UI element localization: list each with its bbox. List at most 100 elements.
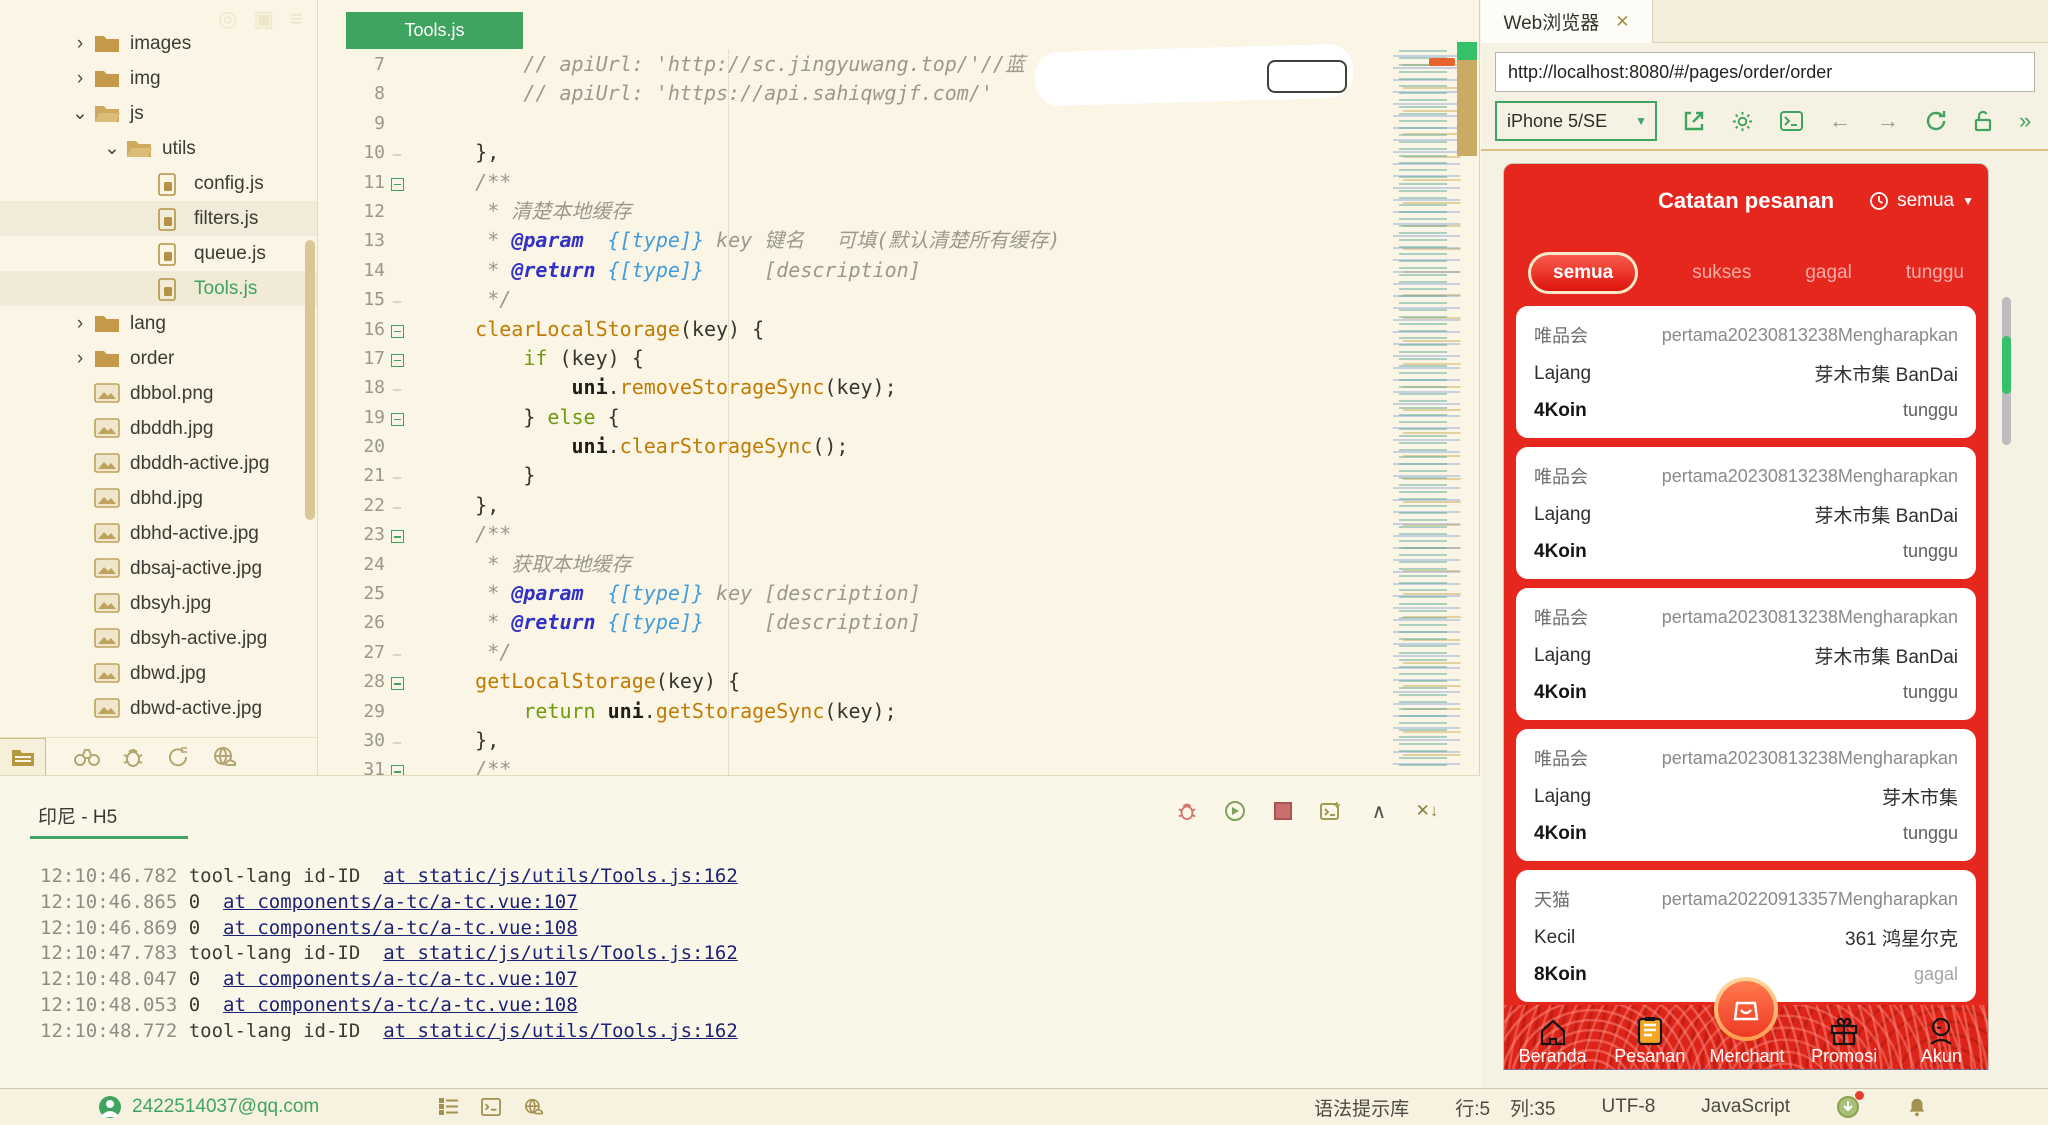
cursor-line-item[interactable]: 行:5 xyxy=(1455,1094,1490,1121)
editor-tab-tools-js[interactable]: Tools.js xyxy=(346,12,523,49)
browser-tab[interactable]: Web浏览器 ✕ xyxy=(1481,0,1653,43)
tree-item-dbhd-active-jpg[interactable]: dbhd-active.jpg xyxy=(0,516,317,551)
cursor-col-item[interactable]: 列:35 xyxy=(1510,1094,1555,1121)
web-service-icon[interactable] xyxy=(523,1098,545,1116)
update-download-icon[interactable] xyxy=(1836,1095,1860,1119)
console-tab-label[interactable]: 印尼 - H5 xyxy=(38,802,117,829)
minimap-viewport[interactable] xyxy=(1457,60,1477,156)
new-terminal-icon[interactable] xyxy=(1320,800,1342,822)
sync-icon[interactable] xyxy=(156,746,202,768)
fold-toggle-icon[interactable] xyxy=(385,667,409,696)
forward-arrow-icon[interactable]: → xyxy=(1877,108,1899,134)
files-folder-icon[interactable] xyxy=(0,738,46,775)
fold-toggle-icon[interactable] xyxy=(385,344,409,373)
restart-icon[interactable] xyxy=(1224,800,1246,822)
nav-item-beranda[interactable]: Beranda xyxy=(1505,1012,1601,1067)
nav-item-pesanan[interactable]: Pesanan xyxy=(1602,1012,1698,1067)
log-source-link[interactable]: at static/js/utils/Tools.js:162 xyxy=(383,865,738,887)
order-tab-gagal[interactable]: gagal xyxy=(1805,262,1852,284)
nav-item-merchant[interactable]: Merchant xyxy=(1699,1012,1795,1067)
sidebar-scrollbar[interactable] xyxy=(305,240,315,520)
chevron-collapsed-icon[interactable]: › xyxy=(70,313,90,335)
log-source-link[interactable]: at static/js/utils/Tools.js:162 xyxy=(383,1020,738,1042)
encoding-item[interactable]: UTF-8 xyxy=(1601,1096,1655,1118)
fold-toggle-icon[interactable] xyxy=(385,403,409,432)
tree-item-order[interactable]: ›order xyxy=(0,341,317,376)
folder-icon xyxy=(126,138,152,160)
code-area[interactable]: 7 // apiUrl: 'http://sc.jingyuwang.top/'… xyxy=(319,50,1379,775)
refresh-icon[interactable] xyxy=(1925,110,1947,132)
minimap[interactable] xyxy=(1393,50,1471,768)
tree-item-img[interactable]: ›img xyxy=(0,61,317,96)
bug-icon[interactable] xyxy=(110,746,156,768)
close-icon[interactable]: ✕ xyxy=(1615,12,1629,32)
web-icon[interactable] xyxy=(202,746,248,768)
order-tab-tunggu[interactable]: tunggu xyxy=(1906,262,1964,284)
tree-item-lang[interactable]: ›lang xyxy=(0,306,317,341)
tree-item-js[interactable]: ⌄js xyxy=(0,96,317,131)
tree-item-dbwd-jpg[interactable]: dbwd.jpg xyxy=(0,656,317,691)
browser-scrollbar-thumb[interactable] xyxy=(2002,336,2011,394)
clear-scroll-icon[interactable]: ✕↓ xyxy=(1416,800,1438,822)
fold-toggle-icon[interactable] xyxy=(385,315,409,344)
tree-item-queue-js[interactable]: Jqueue.js xyxy=(0,236,317,271)
url-input[interactable]: http://localhost:8080/#/pages/order/orde… xyxy=(1495,52,2035,92)
chevron-collapsed-icon[interactable]: › xyxy=(70,68,90,90)
order-tab-semua[interactable]: semua xyxy=(1528,252,1638,294)
tree-item-dbhd-jpg[interactable]: dbhd.jpg xyxy=(0,481,317,516)
order-tab-sukses[interactable]: sukses xyxy=(1692,262,1751,284)
bell-icon[interactable] xyxy=(1906,1096,1928,1118)
order-card[interactable]: 唯品会pertama20230813238MengharapkanLajang芽… xyxy=(1516,729,1976,861)
log-source-link[interactable]: at static/js/utils/Tools.js:162 xyxy=(383,942,738,964)
open-external-icon[interactable] xyxy=(1683,110,1705,132)
tree-item-filters-js[interactable]: Jfilters.js xyxy=(0,201,317,236)
chevron-expanded-icon[interactable]: ⌄ xyxy=(70,102,90,125)
log-source-link[interactable]: at components/a-tc/a-tc.vue:107 xyxy=(223,968,578,990)
chevron-collapsed-icon[interactable]: › xyxy=(70,348,90,370)
time-filter[interactable]: semua ▼ xyxy=(1869,190,1974,212)
account-status[interactable]: 2422514037@qq.com xyxy=(98,1095,319,1119)
fold-marker: – xyxy=(385,285,409,314)
chevron-expanded-icon[interactable]: ⌄ xyxy=(102,137,122,160)
card-row-mid: Lajang芽木市集 BanDai xyxy=(1534,360,1958,387)
tree-item-dbsaj-active-jpg[interactable]: dbsaj-active.jpg xyxy=(0,551,317,586)
chevron-collapsed-icon[interactable]: › xyxy=(70,33,90,55)
terminal-icon[interactable] xyxy=(481,1098,501,1116)
syntax-lib-item[interactable]: 语法提示库 xyxy=(1314,1094,1409,1121)
unlock-icon[interactable] xyxy=(1973,110,1993,132)
back-arrow-icon[interactable]: ← xyxy=(1829,108,1851,134)
fold-toggle-icon[interactable] xyxy=(385,520,409,549)
devtools-console-icon[interactable] xyxy=(1780,111,1803,131)
tree-item-dbbol-png[interactable]: dbbol.png xyxy=(0,376,317,411)
stop-icon[interactable] xyxy=(1272,800,1294,822)
tree-item-images[interactable]: ›images xyxy=(0,26,317,61)
debug-bug-icon[interactable] xyxy=(1176,800,1198,822)
image-file-icon xyxy=(94,558,120,580)
nav-item-akun[interactable]: Akun xyxy=(1893,1012,1989,1067)
outline-list-icon[interactable] xyxy=(439,1098,459,1116)
order-card[interactable]: 唯品会pertama20230813238MengharapkanLajang芽… xyxy=(1516,306,1976,438)
tree-item-dbsyh-active-jpg[interactable]: dbsyh-active.jpg xyxy=(0,621,317,656)
tree-item-dbsyh-jpg[interactable]: dbsyh.jpg xyxy=(0,586,317,621)
tree-item-dbddh-jpg[interactable]: dbddh.jpg xyxy=(0,411,317,446)
fold-toggle-icon[interactable] xyxy=(385,168,409,197)
tree-item-dbddh-active-jpg[interactable]: dbddh-active.jpg xyxy=(0,446,317,481)
tree-item-config-js[interactable]: Jconfig.js xyxy=(0,166,317,201)
tree-item-utils[interactable]: ⌄utils xyxy=(0,131,317,166)
settings-gear-icon[interactable] xyxy=(1731,110,1754,133)
fold-toggle-icon[interactable] xyxy=(385,755,409,775)
tree-item-Tools-js[interactable]: JTools.js xyxy=(0,271,317,306)
device-select[interactable]: iPhone 5/SE ▼ xyxy=(1495,101,1657,141)
order-card[interactable]: 唯品会pertama20230813238MengharapkanLajang芽… xyxy=(1516,588,1976,720)
order-card[interactable]: 唯品会pertama20230813238MengharapkanLajang芽… xyxy=(1516,447,1976,579)
more-chevrons-icon[interactable]: » xyxy=(2019,108,2031,134)
nav-item-promosi[interactable]: Promosi xyxy=(1796,1012,1892,1067)
language-item[interactable]: JavaScript xyxy=(1701,1096,1790,1118)
binoculars-icon[interactable] xyxy=(64,747,110,767)
code-text: */ xyxy=(409,638,511,667)
collapse-panel-icon[interactable]: ∧ xyxy=(1368,800,1390,822)
log-source-link[interactable]: at components/a-tc/a-tc.vue:108 xyxy=(223,994,578,1016)
log-source-link[interactable]: at components/a-tc/a-tc.vue:107 xyxy=(223,891,578,913)
log-source-link[interactable]: at components/a-tc/a-tc.vue:108 xyxy=(223,917,578,939)
tree-item-dbwd-active-jpg[interactable]: dbwd-active.jpg xyxy=(0,691,317,726)
